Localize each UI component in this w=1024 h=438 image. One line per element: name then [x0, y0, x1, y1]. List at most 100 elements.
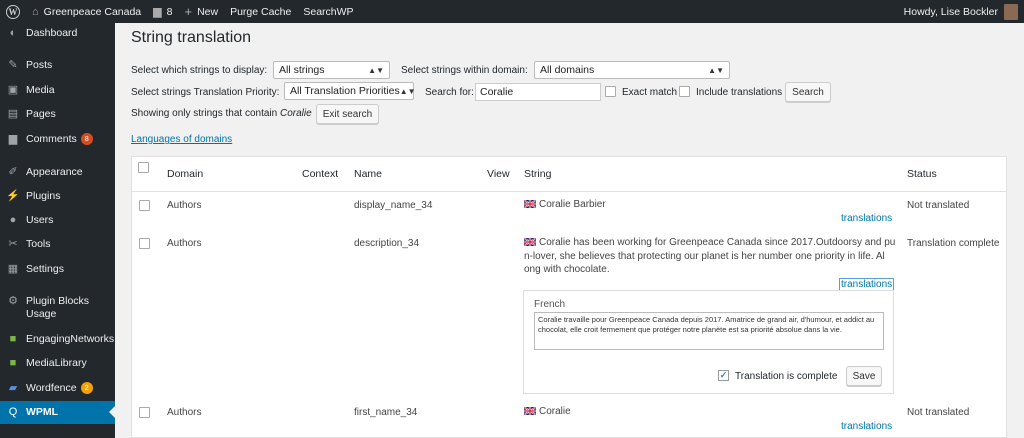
sidebar-item-plugin-blocks-usage[interactable]: ⚙ Plugin Blocks Usage: [0, 295, 115, 321]
select-all-checkbox[interactable]: [138, 162, 149, 173]
string-line: Coralie has been working for Greenpeace …: [539, 237, 896, 248]
row-checkbox[interactable]: [139, 407, 150, 418]
sidebar-item-settings[interactable]: ▦ Settings: [0, 263, 115, 276]
translations-link[interactable]: translations: [841, 421, 892, 432]
admin-sidebar: ◐ Dashboard ✎ Posts ▣ Media ▤ Pages ▆ Comment…: [0, 23, 115, 438]
column-header-string[interactable]: String: [524, 168, 551, 180]
translation-textarea[interactable]: Coralie travaille pour Greenpeace Canada…: [534, 312, 884, 350]
translation-complete-checkbox[interactable]: ✓: [718, 370, 729, 381]
media-icon: ▣: [7, 84, 19, 96]
home-icon: ⌂: [32, 5, 39, 18]
avatar: [1004, 3, 1018, 20]
translation-complete-label: Translation is complete: [735, 371, 838, 382]
column-header-domain[interactable]: Domain: [167, 168, 203, 180]
pin-icon: ✎: [8, 59, 18, 71]
sidebar-item-wpml[interactable]: Q WPML: [0, 401, 115, 424]
sidebar-item-appearance[interactable]: ✐ Appearance: [0, 166, 115, 179]
main-content: String translation Select which strings …: [115, 23, 1024, 438]
sidebar-item-users[interactable]: ● Users: [0, 214, 115, 227]
sidebar-item-comments[interactable]: ▆ Comments 8: [0, 133, 115, 146]
display-filter-select[interactable]: All strings ▲▼: [273, 61, 390, 79]
comment-bubble-icon: ▆: [153, 6, 162, 18]
sidebar-item-media[interactable]: ▣ Media: [0, 84, 115, 97]
sidebar-item-wordfence[interactable]: ▰ Wordfence 2: [0, 382, 115, 395]
wordfence-count-badge: 2: [80, 382, 93, 394]
row-status: Not translated: [907, 407, 970, 418]
user-account-menu[interactable]: Howdy, Lise Bockler: [903, 3, 1024, 20]
searchwp-link[interactable]: SearchWP: [297, 0, 359, 23]
row-checkbox[interactable]: [139, 238, 150, 249]
showing-strings-text: Showing only strings that contain Corali…: [131, 108, 312, 119]
domain-filter-label: Select strings within domain:: [401, 65, 528, 76]
column-header-status: Status: [907, 168, 937, 180]
row-checkbox[interactable]: [139, 200, 150, 211]
row-string: Coralie: [524, 406, 571, 417]
admin-bar: W ⌂ Greenpeace Canada ▆ 8 + New Purge Cache…: [0, 0, 1024, 23]
exact-match-label: Exact match: [622, 87, 678, 98]
row-status: Translation complete: [907, 238, 1000, 249]
wordpress-logo[interactable]: W: [0, 0, 26, 23]
plug-icon: ⚡: [6, 190, 20, 202]
site-name-link[interactable]: ⌂ Greenpeace Canada: [26, 0, 147, 23]
row-name: first_name_34: [354, 407, 418, 418]
new-content-link[interactable]: + New: [178, 0, 224, 23]
row-domain: Authors: [167, 407, 202, 418]
sidebar-item-posts[interactable]: ✎ Posts: [0, 59, 115, 72]
page-title: String translation: [131, 29, 252, 46]
library-icon: ■: [9, 357, 17, 369]
gear-icon: ⚙: [8, 295, 18, 307]
en-icon: ■: [9, 333, 17, 345]
search-term: Coralie: [279, 108, 312, 119]
display-filter-label: Select which strings to display:: [131, 65, 268, 76]
translations-link[interactable]: translations: [841, 213, 892, 224]
exact-match-checkbox[interactable]: [605, 86, 616, 97]
settings-icon: ▦: [7, 263, 19, 275]
strings-table: Domain Context Name View String Status A…: [131, 156, 1007, 438]
pages-icon: ▤: [7, 108, 19, 120]
row-status: Not translated: [907, 200, 970, 211]
sidebar-item-engagingnetworks[interactable]: ■ EngagingNetworks: [0, 333, 115, 346]
search-input[interactable]: Coralie: [475, 83, 601, 101]
translation-language-label: French: [534, 299, 566, 310]
sidebar-item-plugins[interactable]: ⚡ Plugins: [0, 190, 115, 203]
domain-filter-select[interactable]: All domains ▲▼: [534, 61, 730, 79]
brush-icon: ✐: [8, 166, 18, 178]
column-header-context[interactable]: Context: [302, 168, 338, 180]
save-translation-button[interactable]: Save: [846, 366, 882, 386]
uk-flag-icon: [524, 200, 536, 208]
search-label: Search for:: [425, 87, 474, 98]
include-translations-checkbox[interactable]: [679, 86, 690, 97]
select-arrows-icon: ▲▼: [708, 65, 724, 75]
uk-flag-icon: [524, 238, 536, 246]
plus-icon: +: [184, 4, 193, 19]
sidebar-item-dashboard[interactable]: ◐ Dashboard: [0, 27, 115, 40]
sidebar-item-tools[interactable]: ✂ Tools: [0, 238, 115, 251]
header-divider: [132, 191, 1006, 192]
select-arrows-icon: ▲▼: [399, 86, 416, 96]
row-domain: Authors: [167, 238, 202, 249]
sidebar-item-medialibrary[interactable]: ■ MediaLibrary: [0, 357, 115, 370]
comments-icon: ▆: [8, 133, 18, 145]
sidebar-item-pages[interactable]: ▤ Pages: [0, 108, 115, 121]
users-icon: ●: [9, 214, 17, 226]
row-string: Coralie has been working for Greenpeace …: [524, 236, 899, 277]
column-header-view: View: [487, 168, 510, 180]
comments-count-badge: 8: [80, 133, 93, 145]
howdy-text: Howdy, Lise Bockler: [903, 5, 998, 18]
column-header-name[interactable]: Name: [354, 168, 382, 180]
row-string: Coralie Barbier: [524, 199, 606, 210]
priority-filter-label: Select strings Translation Priority:: [131, 87, 280, 98]
exit-search-button[interactable]: Exit search: [316, 104, 379, 124]
row-name: description_34: [354, 238, 420, 249]
comments-link[interactable]: ▆ 8: [147, 0, 178, 23]
row-name: display_name_34: [354, 200, 433, 211]
string-line: n-lover, she believes that protecting ou…: [524, 250, 885, 262]
search-button[interactable]: Search: [785, 82, 831, 102]
wrench-icon: ✂: [8, 238, 18, 250]
wpml-icon: Q: [8, 406, 18, 418]
dashboard-icon: ◐: [9, 27, 17, 39]
priority-filter-select[interactable]: All Translation Priorities ▲▼: [284, 82, 416, 100]
languages-of-domains-link[interactable]: Languages of domains: [131, 134, 232, 145]
select-arrows-icon: ▲▼: [368, 65, 384, 75]
purge-cache-link[interactable]: Purge Cache: [224, 0, 297, 23]
